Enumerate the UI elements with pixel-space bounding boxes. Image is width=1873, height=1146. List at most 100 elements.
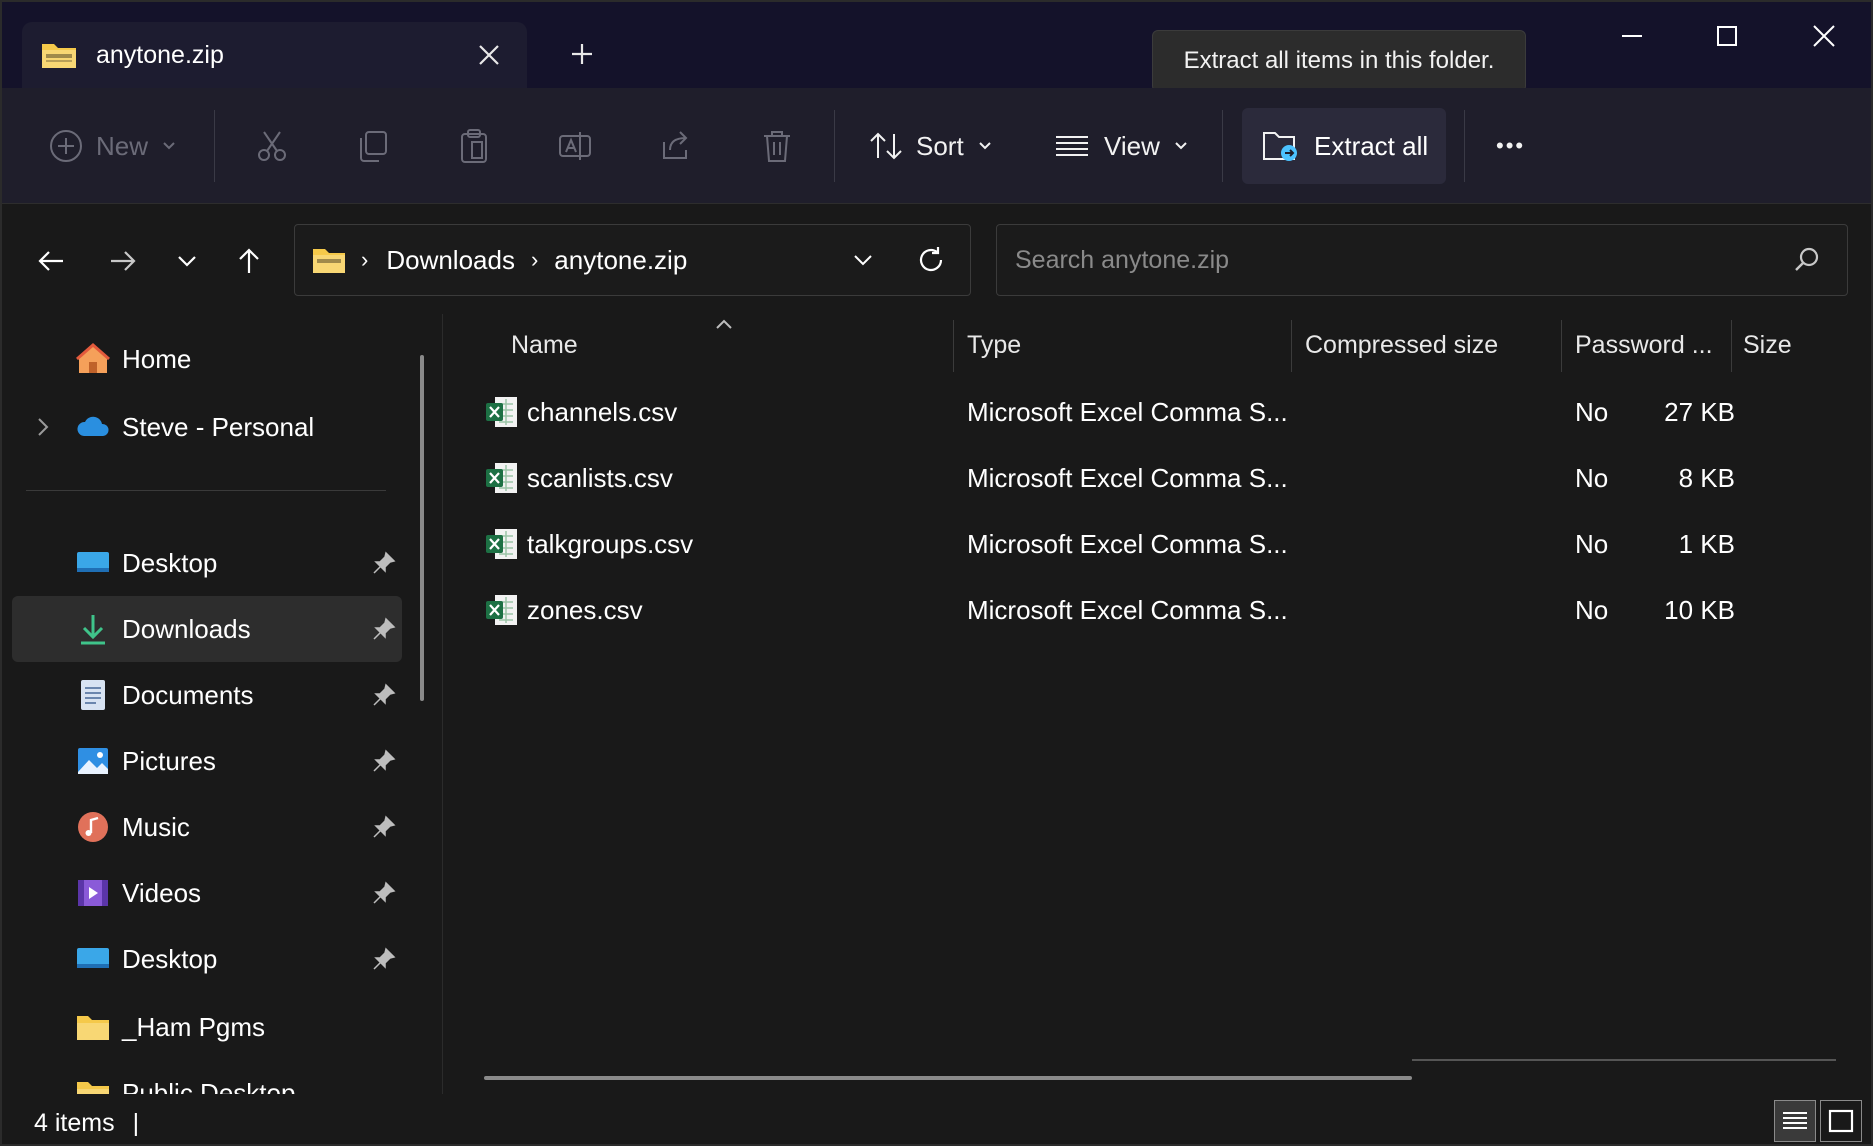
address-bar[interactable]: › Downloads › anytone.zip — [294, 224, 971, 296]
file-name: zones.csv — [527, 594, 643, 625]
table-row[interactable]: zones.csv Microsoft Excel Comma S... 10 … — [443, 578, 1863, 642]
sidebar-item-desktop-2[interactable]: Desktop — [12, 926, 402, 992]
search-input[interactable]: Search anytone.zip — [1015, 246, 1229, 275]
videos-icon — [78, 880, 108, 906]
extract-all-label: Extract all — [1314, 130, 1429, 161]
file-password: No — [1575, 396, 1609, 427]
minimize-icon[interactable] — [1602, 16, 1662, 56]
pin-icon[interactable] — [372, 683, 396, 707]
breadcrumb-anytone-zip[interactable]: anytone.zip — [554, 245, 687, 276]
close-window-icon[interactable] — [1794, 16, 1854, 56]
excel-csv-icon — [485, 512, 519, 576]
sidebar-item-downloads[interactable]: Downloads — [12, 596, 402, 662]
chevron-right-icon[interactable] — [36, 417, 50, 437]
column-header-compressed-size[interactable]: Compressed size — [1305, 314, 1498, 376]
item-count: 4 items — [34, 1108, 115, 1137]
close-icon[interactable] — [469, 35, 509, 75]
pin-icon[interactable] — [372, 947, 396, 971]
home-icon — [76, 343, 110, 373]
copy-button[interactable] — [355, 88, 391, 204]
music-icon — [78, 812, 108, 842]
horizontal-scrollbar[interactable] — [484, 1076, 1412, 1080]
file-compressed-size: 10 KB — [1664, 594, 1735, 625]
sidebar-item-label: Steve - Personal — [122, 411, 315, 442]
status-bar: 4 items | — [2, 1098, 1871, 1144]
pin-icon[interactable] — [372, 881, 396, 905]
sidebar-item-home[interactable]: Home — [12, 326, 402, 392]
sidebar-item-label: Music — [122, 811, 190, 842]
paste-button[interactable] — [456, 88, 492, 204]
download-icon — [81, 615, 105, 645]
pictures-icon — [78, 748, 108, 774]
sidebar-item-label: Desktop — [122, 943, 218, 974]
toolbar-separator — [1222, 110, 1223, 182]
onedrive-cloud-icon — [77, 416, 109, 436]
up-arrow-icon[interactable] — [224, 236, 274, 286]
new-button[interactable]: New — [48, 88, 176, 204]
plus-icon[interactable] — [562, 34, 602, 74]
file-type: Microsoft Excel Comma S... — [967, 528, 1288, 559]
sidebar-item-label: Home — [122, 343, 192, 374]
chevron-down-icon[interactable] — [853, 253, 873, 267]
file-type: Microsoft Excel Comma S... — [967, 462, 1288, 493]
column-separator[interactable] — [1291, 320, 1292, 372]
desktop-icon — [77, 552, 109, 572]
sidebar-item-public-desktop[interactable]: Public Desktop — [12, 1060, 402, 1094]
back-arrow-icon[interactable] — [26, 236, 76, 286]
breadcrumb-downloads[interactable]: Downloads — [386, 245, 515, 276]
pin-icon[interactable] — [372, 749, 396, 773]
pin-icon[interactable] — [372, 815, 396, 839]
table-row[interactable]: scanlists.csv Microsoft Excel Comma S...… — [443, 446, 1863, 510]
view-button[interactable]: View — [1054, 88, 1188, 204]
column-header-type[interactable]: Type — [967, 314, 1021, 376]
details-view-icon[interactable] — [1774, 1100, 1816, 1142]
rename-icon — [559, 132, 591, 160]
excel-csv-icon — [485, 380, 519, 444]
file-password: No — [1575, 462, 1609, 493]
sidebar-item-ham-pgms[interactable]: _Ham Pgms — [12, 994, 402, 1060]
sidebar-scrollbar[interactable] — [420, 355, 424, 701]
forward-arrow-icon[interactable] — [98, 236, 148, 286]
sidebar-item-videos[interactable]: Videos — [12, 860, 402, 926]
rename-button[interactable] — [557, 88, 593, 204]
table-row[interactable]: talkgroups.csv Microsoft Excel Comma S..… — [443, 512, 1863, 576]
table-row[interactable]: channels.csv Microsoft Excel Comma S... … — [443, 380, 1863, 444]
maximize-icon[interactable] — [1697, 16, 1757, 56]
excel-csv-icon — [485, 578, 519, 642]
scissors-icon — [258, 131, 286, 161]
more-options-button[interactable]: ••• — [1496, 88, 1525, 204]
cut-button[interactable] — [254, 88, 290, 204]
sidebar-item-pictures[interactable]: Pictures — [12, 728, 402, 794]
sort-label: Sort — [916, 130, 964, 161]
horizontal-scrollbar-track[interactable] — [1412, 1059, 1836, 1061]
sidebar-item-label: Videos — [122, 877, 202, 908]
column-header-name[interactable]: Name — [511, 314, 578, 376]
refresh-icon[interactable] — [917, 246, 945, 274]
large-icons-view-icon[interactable] — [1820, 1100, 1862, 1142]
chevron-down-icon — [163, 142, 175, 150]
delete-button[interactable] — [759, 88, 795, 204]
tab-anytone-zip[interactable]: anytone.zip — [22, 22, 527, 88]
share-icon — [663, 131, 688, 159]
sort-button[interactable]: Sort — [868, 88, 992, 204]
pin-icon[interactable] — [372, 617, 396, 641]
column-separator[interactable] — [953, 320, 954, 372]
search-box[interactable]: Search anytone.zip — [996, 224, 1848, 296]
column-header-size[interactable]: Size — [1743, 314, 1792, 376]
sidebar-item-onedrive[interactable]: Steve - Personal — [12, 394, 402, 460]
column-separator[interactable] — [1561, 320, 1562, 372]
extract-all-button[interactable]: Extract all — [1242, 108, 1446, 184]
recent-locations-chevron-icon[interactable] — [162, 236, 212, 286]
file-compressed-size: 8 KB — [1678, 462, 1735, 493]
sidebar-item-desktop[interactable]: Desktop — [12, 530, 402, 596]
search-icon[interactable] — [1793, 246, 1821, 274]
sidebar-item-music[interactable]: Music — [12, 794, 402, 860]
column-separator[interactable] — [1731, 320, 1732, 372]
toolbar-separator — [214, 110, 215, 182]
column-header-password[interactable]: Password ... — [1575, 314, 1713, 376]
pin-icon[interactable] — [372, 551, 396, 575]
file-name: scanlists.csv — [527, 462, 673, 493]
share-button[interactable] — [658, 88, 694, 204]
toolbar-separator — [834, 110, 835, 182]
sidebar-item-documents[interactable]: Documents — [12, 662, 402, 728]
